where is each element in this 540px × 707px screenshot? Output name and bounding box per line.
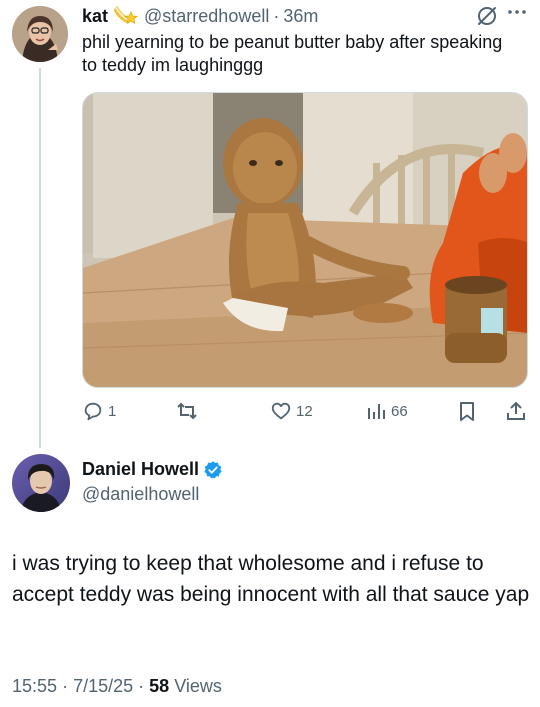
tweet-metadata: 15:55 · 7/15/25 · 58 Views: [12, 676, 222, 697]
author-handle[interactable]: @danielhowell: [82, 484, 199, 505]
reply-icon: [82, 400, 104, 422]
tweet-text: phil yearning to be peanut butter baby a…: [82, 32, 503, 75]
reply-count: 1: [108, 402, 117, 420]
reply-button[interactable]: 1: [82, 398, 116, 424]
like-button[interactable]: 12: [270, 398, 313, 424]
grok-icon[interactable]: [476, 5, 498, 27]
tweet-header: kat @starredhowell · 36m: [82, 4, 318, 28]
tweet-time[interactable]: 15:55: [12, 676, 57, 696]
views-button[interactable]: 66: [365, 398, 408, 424]
share-button[interactable]: [505, 398, 527, 424]
views-count[interactable]: 58: [149, 676, 169, 696]
verified-badge-icon[interactable]: [203, 460, 223, 480]
heart-icon: [270, 400, 292, 422]
retweet-button[interactable]: [175, 398, 203, 424]
views-count: 66: [391, 402, 408, 420]
thread-connector-line: [39, 68, 41, 448]
tweet-media-photo[interactable]: [82, 92, 528, 388]
share-icon: [505, 400, 527, 422]
separator-dot: ·: [273, 5, 280, 26]
like-count: 12: [296, 402, 313, 420]
avatar[interactable]: [12, 454, 70, 512]
views-label: Views: [174, 676, 222, 696]
views-chart-icon: [365, 400, 387, 422]
author-name[interactable]: Daniel Howell: [82, 459, 199, 480]
separator-dot: ·: [62, 676, 69, 696]
timestamp[interactable]: 36m: [283, 6, 318, 27]
separator-dot: ·: [138, 676, 145, 696]
bookmark-button[interactable]: [456, 398, 478, 424]
tweet-action-bar: 1 12 66: [82, 398, 528, 424]
tweet-date[interactable]: 7/15/25: [73, 676, 133, 696]
avatar[interactable]: [12, 6, 68, 62]
more-options-icon[interactable]: [506, 2, 532, 22]
author-name[interactable]: kat: [82, 6, 108, 27]
author-name-row: Daniel Howell: [82, 459, 223, 480]
retweet-icon: [175, 400, 199, 422]
tweet-text: i was trying to keep that wholesome and …: [12, 552, 530, 606]
bookmark-icon: [456, 400, 478, 422]
author-handle[interactable]: @starredhowell: [144, 6, 269, 27]
shooting-star-emoji-icon: [114, 5, 139, 27]
